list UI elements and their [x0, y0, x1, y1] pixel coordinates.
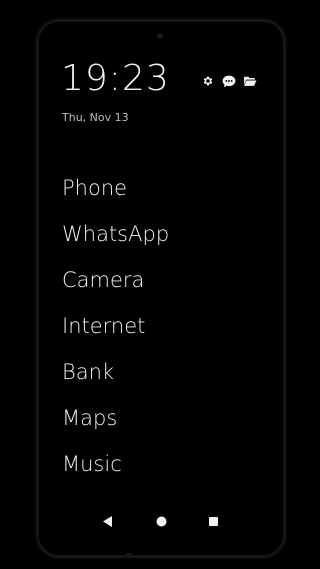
app-item-maps[interactable]: Maps: [62, 402, 169, 448]
app-item-camera[interactable]: Camera: [62, 264, 169, 310]
clock-date[interactable]: Thu, Nov 13: [62, 111, 129, 125]
navigation-bar: [38, 509, 284, 533]
folder-open-icon[interactable]: [243, 74, 257, 88]
app-item-phone[interactable]: Phone: [62, 172, 169, 218]
app-item-bank[interactable]: Bank: [62, 356, 169, 402]
bottom-indicator: [126, 553, 132, 555]
phone-frame: 19:23 Thu, Nov 13 Phone WhatsApp Camera …: [37, 20, 285, 557]
app-item-music[interactable]: Music: [62, 448, 169, 494]
launcher-home-screen: 19:23 Thu, Nov 13 Phone WhatsApp Camera …: [38, 21, 284, 556]
chat-bubble-icon[interactable]: [222, 74, 236, 88]
gear-icon[interactable]: [201, 74, 215, 88]
app-item-internet[interactable]: Internet: [62, 310, 169, 356]
recents-icon[interactable]: [205, 513, 221, 529]
back-icon[interactable]: [100, 513, 116, 529]
header-icons: [201, 74, 257, 88]
app-item-whatsapp[interactable]: WhatsApp: [62, 218, 169, 264]
app-list: Phone WhatsApp Camera Internet Bank Maps…: [62, 172, 169, 494]
home-icon[interactable]: [153, 513, 169, 529]
clock-time[interactable]: 19:23: [61, 59, 170, 99]
wallpaper-background: 19:23 Thu, Nov 13 Phone WhatsApp Camera …: [0, 0, 320, 569]
